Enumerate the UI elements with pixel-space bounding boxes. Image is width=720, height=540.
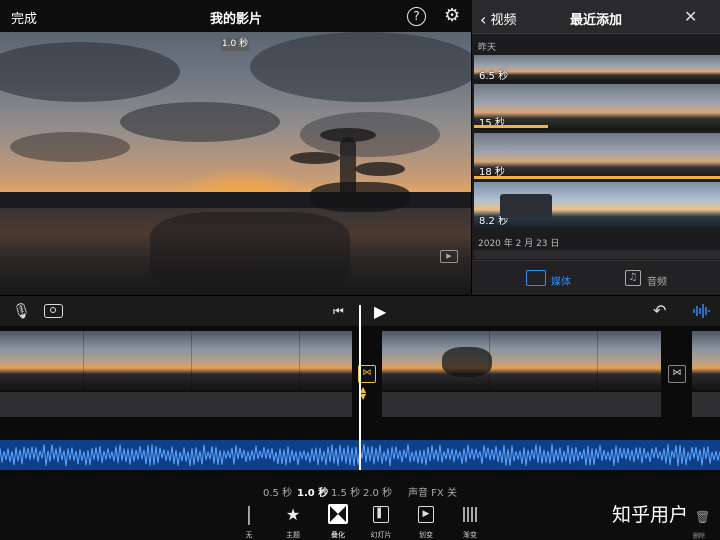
tool-label: 无 [245,531,253,539]
music-note-icon[interactable]: ♫ [625,270,641,286]
clip-duration-label: 6.5 秒 [479,71,509,82]
skip-back-icon[interactable]: ⏮ [333,304,344,319]
none-transition-icon[interactable]: │ [229,506,269,525]
film-icon[interactable] [526,270,546,286]
media-strip [474,250,720,259]
wipe-icon[interactable]: ▶ [418,506,434,523]
duration-option-selected[interactable]: 1.0 秒 [297,484,328,499]
delete-label: 删除 [693,533,706,540]
tab-media[interactable]: 媒体 [551,273,571,288]
section-header-yesterday: 昨天 [478,43,497,53]
used-indicator [474,176,720,179]
star-icon[interactable]: ★ [273,505,313,524]
section-header-date: 2020 年 2 月 23 日 [478,239,560,249]
media-clip[interactable]: 8.2 秒 [474,182,720,228]
play-icon[interactable]: ▶ [374,302,386,321]
clip-audio-track [382,392,661,417]
media-panel-title: 最近添加 [569,13,622,28]
tool-label: 主题 [286,531,300,539]
gear-icon[interactable]: ⚙ [444,5,460,26]
watermark: 知乎用户 [612,504,689,526]
tab-audio[interactable]: 音频 [647,273,667,288]
tool-label: 幻灯片 [370,531,392,539]
playhead[interactable] [359,305,361,470]
timeline-clip[interactable] [0,331,352,391]
project-title: 我的影片 [209,12,262,27]
fade-icon[interactable] [462,506,478,523]
duration-option[interactable]: 2.0 秒 [363,484,392,499]
clip-audio-track [692,392,720,417]
sound-fx-toggle[interactable]: 声音 FX 关 [408,484,457,499]
duration-option[interactable]: 1.5 秒 [331,484,360,499]
audio-wave-icon[interactable] [692,303,710,318]
transition-button[interactable]: ⋈ [668,365,686,383]
media-clip[interactable]: 6.5 秒 [474,55,720,82]
app-icons-thumbnail [500,194,552,218]
transition-duration-badge: 1.0 秒 [221,38,249,51]
clip-audio-track [0,392,352,417]
video-preview [0,32,471,295]
used-indicator [474,125,548,128]
duration-option[interactable]: 0.5 秒 [263,484,292,499]
slide-icon[interactable]: ▌ [373,506,389,523]
tool-label: 划变 [419,531,433,539]
microphone-icon[interactable]: 🎙 [12,302,31,320]
undo-icon[interactable]: ↶ [653,301,666,320]
timeline-clip[interactable] [382,331,661,391]
media-clip[interactable]: 18 秒 [474,133,720,179]
camera-icon[interactable] [44,304,63,318]
timeline-clip[interactable] [692,331,720,391]
question-icon[interactable]: ? [407,7,426,26]
tool-label: 渐变 [463,531,477,539]
media-tab-bar [472,260,720,295]
picture-in-picture-icon[interactable]: ▶ [440,250,458,263]
dissolve-icon[interactable] [328,504,348,524]
trash-icon[interactable]: 🗑 [695,510,710,524]
close-icon[interactable]: ✕ [684,7,697,26]
tool-label: 叠化 [331,531,345,539]
media-clip[interactable]: 15 秒 [474,84,720,130]
